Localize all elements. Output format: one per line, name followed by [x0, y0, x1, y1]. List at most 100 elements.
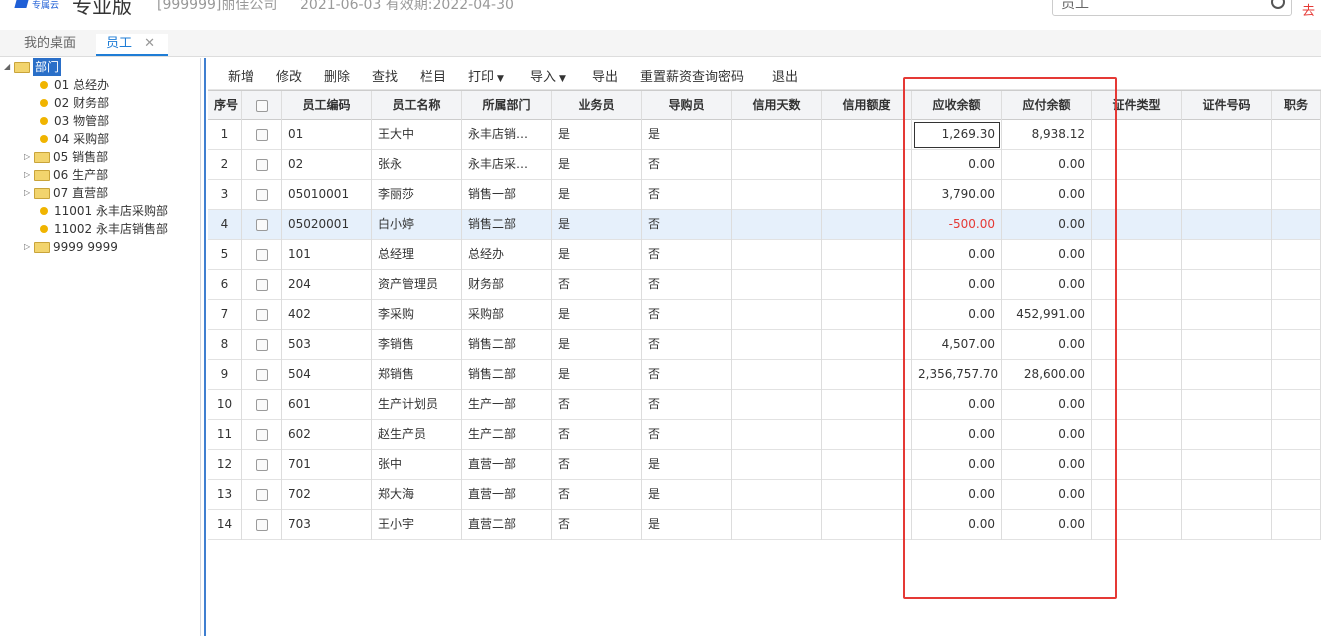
table-cell[interactable]: 王大中: [372, 120, 462, 150]
table-cell[interactable]: [822, 390, 912, 420]
table-cell[interactable]: 郑销售: [372, 360, 462, 390]
table-cell[interactable]: [732, 300, 822, 330]
table-cell[interactable]: 452,991.00: [1002, 300, 1092, 330]
tree-item[interactable]: 11002 永丰店销售部: [40, 220, 168, 238]
table-cell[interactable]: [1092, 420, 1182, 450]
tree-item[interactable]: ▷ 05 销售部: [24, 148, 108, 166]
row-checkbox[interactable]: [255, 188, 268, 201]
table-row[interactable]: 7 402 李采购 采购部是否 0.00 452,991.00: [208, 300, 1321, 330]
table-cell[interactable]: 是: [642, 510, 732, 540]
table-cell[interactable]: [732, 420, 822, 450]
table-cell[interactable]: [1182, 450, 1272, 480]
table-cell[interactable]: [732, 240, 822, 270]
table-cell[interactable]: [822, 180, 912, 210]
table-cell[interactable]: 否: [642, 360, 732, 390]
table-cell[interactable]: 生产计划员: [372, 390, 462, 420]
find-button[interactable]: 查找: [372, 66, 398, 85]
table-cell[interactable]: [822, 360, 912, 390]
table-cell[interactable]: 永丰店采…: [462, 150, 552, 180]
column-header[interactable]: 序号: [208, 91, 242, 121]
table-cell[interactable]: [1182, 510, 1272, 540]
table-cell[interactable]: [1272, 360, 1321, 390]
table-cell[interactable]: [732, 480, 822, 510]
expand-arrow-icon[interactable]: ▷: [24, 238, 34, 256]
table-cell[interactable]: [732, 390, 822, 420]
table-cell[interactable]: 是: [642, 120, 732, 150]
table-cell[interactable]: 601: [282, 390, 372, 420]
table-cell[interactable]: [1182, 150, 1272, 180]
column-header[interactable]: 职务: [1272, 91, 1321, 121]
table-cell[interactable]: 销售二部: [462, 330, 552, 360]
table-cell[interactable]: 0.00: [912, 150, 1002, 180]
table-cell[interactable]: [1182, 390, 1272, 420]
row-select-cell[interactable]: [242, 330, 282, 360]
columns-button[interactable]: 栏目: [420, 66, 446, 85]
table-cell[interactable]: 是: [552, 120, 642, 150]
table-cell[interactable]: [822, 330, 912, 360]
close-icon[interactable]: ✕: [144, 36, 155, 51]
row-select-cell[interactable]: [242, 390, 282, 420]
table-cell[interactable]: 销售二部: [462, 210, 552, 240]
edit-button[interactable]: 修改: [276, 66, 302, 85]
row-select-cell[interactable]: [242, 420, 282, 450]
export-button[interactable]: 导出: [592, 66, 618, 85]
table-cell[interactable]: [822, 510, 912, 540]
column-header[interactable]: 证件号码: [1182, 91, 1272, 121]
table-cell[interactable]: [1272, 180, 1321, 210]
table-cell[interactable]: 0.00: [912, 240, 1002, 270]
table-cell[interactable]: 是: [552, 360, 642, 390]
table-cell[interactable]: [822, 210, 912, 240]
table-cell[interactable]: [732, 120, 822, 150]
table-cell[interactable]: 0.00: [1002, 270, 1092, 300]
table-cell[interactable]: 05020001: [282, 210, 372, 240]
table-cell[interactable]: 否: [642, 390, 732, 420]
table-cell[interactable]: [1272, 450, 1321, 480]
table-cell[interactable]: [732, 450, 822, 480]
table-cell[interactable]: 0.00: [912, 480, 1002, 510]
expand-arrow-icon[interactable]: ▷: [24, 166, 34, 184]
table-cell[interactable]: 504: [282, 360, 372, 390]
table-cell[interactable]: [732, 150, 822, 180]
table-cell[interactable]: 1,269.30: [912, 120, 1002, 150]
tree-item[interactable]: 02 财务部: [40, 94, 109, 112]
table-cell[interactable]: 02: [282, 150, 372, 180]
row-select-cell[interactable]: [242, 120, 282, 150]
table-cell[interactable]: 直营一部: [462, 480, 552, 510]
row-checkbox[interactable]: [255, 458, 268, 471]
table-cell[interactable]: 销售二部: [462, 360, 552, 390]
table-row[interactable]: 13 702 郑大海 直营一部否是 0.00 0.00: [208, 480, 1321, 510]
column-header[interactable]: 信用天数: [732, 91, 822, 121]
tab-home[interactable]: 我的桌面: [24, 34, 76, 56]
table-cell[interactable]: 0.00: [912, 420, 1002, 450]
table-cell[interactable]: [822, 150, 912, 180]
table-cell[interactable]: 资产管理员: [372, 270, 462, 300]
print-button[interactable]: 打印 ▼: [468, 66, 504, 85]
table-cell[interactable]: [1092, 120, 1182, 150]
tree-item[interactable]: ▷ 9999 9999: [24, 238, 118, 256]
table-cell[interactable]: 是: [642, 450, 732, 480]
table-cell[interactable]: [1182, 480, 1272, 510]
table-cell[interactable]: 0.00: [1002, 510, 1092, 540]
table-cell[interactable]: 4,507.00: [912, 330, 1002, 360]
expand-arrow-icon[interactable]: ▷: [24, 148, 34, 166]
table-cell[interactable]: [732, 330, 822, 360]
table-cell[interactable]: 否: [642, 240, 732, 270]
table-cell[interactable]: 402: [282, 300, 372, 330]
table-cell[interactable]: 0.00: [1002, 450, 1092, 480]
table-cell[interactable]: 05010001: [282, 180, 372, 210]
row-checkbox[interactable]: [255, 158, 268, 171]
table-cell[interactable]: 01: [282, 120, 372, 150]
column-header[interactable]: 员工名称: [372, 91, 462, 121]
table-cell[interactable]: 否: [552, 390, 642, 420]
table-cell[interactable]: [1272, 510, 1321, 540]
reset-password-button[interactable]: 重置薪资查询密码: [640, 66, 744, 85]
table-cell[interactable]: [1182, 120, 1272, 150]
table-cell[interactable]: [1272, 300, 1321, 330]
table-cell[interactable]: 李采购: [372, 300, 462, 330]
table-cell[interactable]: 否: [642, 330, 732, 360]
select-all-checkbox[interactable]: [255, 99, 268, 112]
table-cell[interactable]: [1092, 510, 1182, 540]
row-select-cell[interactable]: [242, 300, 282, 330]
table-cell[interactable]: 否: [642, 420, 732, 450]
table-cell[interactable]: [822, 300, 912, 330]
